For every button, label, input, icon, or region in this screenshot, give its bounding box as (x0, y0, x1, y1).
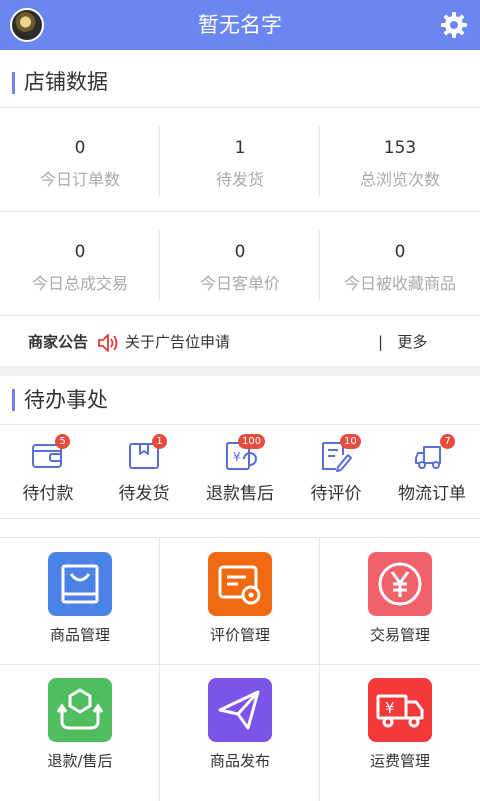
todo-title: 待办事处 (24, 388, 108, 412)
stat-today-transactions[interactable]: 0 今日总成交易 (0, 212, 160, 316)
stat-value: 0 (74, 138, 86, 158)
stat-value: 1 (234, 138, 246, 158)
tile-review-management[interactable]: 评价管理 (160, 538, 320, 662)
stat-value: 0 (394, 242, 406, 262)
tile-refund-aftersales[interactable]: 退款/售后 (0, 664, 160, 788)
notice-link[interactable]: 关于广告位申请 (125, 322, 230, 362)
avatar[interactable] (10, 8, 44, 42)
todo-pending-payment[interactable]: 5 待付款 (0, 425, 96, 519)
store-data-header: 店铺数据 (0, 56, 480, 108)
tile-label: 商品管理 (49, 626, 110, 644)
stat-label: 今日总成交易 (31, 274, 128, 293)
return-box-icon (48, 678, 112, 742)
stat-label: 待发货 (215, 170, 264, 189)
todo-label: 退款售后 (206, 484, 274, 504)
page-title: 暂无名字 (198, 13, 282, 37)
tile-freight-management[interactable]: ¥ 运费管理 (320, 664, 480, 788)
todo-refund-aftersales[interactable]: ¥ 100 退款售后 (192, 425, 288, 519)
todo-label: 物流订单 (398, 484, 466, 504)
notice-more-link[interactable]: | 更多 (378, 322, 427, 362)
tile-label: 运费管理 (369, 752, 430, 770)
stat-avg-order-value[interactable]: 0 今日客单价 (160, 212, 320, 316)
tile-product-management[interactable]: 商品管理 (0, 538, 160, 662)
stat-label: 今日客单价 (199, 274, 280, 293)
stats-row-2: 0 今日总成交易 0 今日客单价 0 今日被收藏商品 (0, 212, 480, 316)
todo-pending-shipment[interactable]: 1 待发货 (96, 425, 192, 519)
section-accent-bar (12, 72, 15, 94)
tile-label: 退款/售后 (47, 752, 113, 770)
stats-row-1: 0 今日订单数 1 待发货 153 总浏览次数 (0, 108, 480, 212)
count-badge: 1 (152, 434, 167, 449)
stat-favorited-items[interactable]: 0 今日被收藏商品 (320, 212, 480, 316)
svg-text:¥: ¥ (233, 450, 241, 464)
stat-value: 0 (74, 242, 86, 262)
paper-plane-icon (208, 678, 272, 742)
todo-logistics-orders[interactable]: 7 物流订单 (384, 425, 480, 519)
stat-value: 153 (383, 138, 417, 158)
store-data-title: 店铺数据 (24, 70, 108, 94)
yen-coin-icon (368, 552, 432, 616)
notice-label: 商家公告 (28, 333, 89, 351)
speaker-icon (98, 334, 118, 352)
todo-header: 待办事处 (0, 376, 480, 425)
count-badge: 10 (340, 434, 361, 449)
todo-bar: 5 待付款 1 待发货 ¥ 100 退款售后 10 待评价 7 物流订单 (0, 425, 480, 519)
stat-today-orders[interactable]: 0 今日订单数 (0, 108, 160, 212)
stat-label: 今日被收藏商品 (343, 274, 456, 293)
section-gap (0, 366, 480, 376)
gear-icon[interactable] (440, 11, 468, 39)
merchant-notice-bar: 商家公告 关于广告位申请 | 更多 (0, 322, 480, 366)
notice-divider: | (378, 333, 384, 351)
todo-label: 待发货 (118, 484, 170, 504)
count-badge: 100 (238, 434, 266, 449)
freight-truck-icon: ¥ (368, 678, 432, 742)
stat-label: 今日订单数 (39, 170, 120, 189)
tile-label: 商品发布 (209, 752, 270, 770)
tile-label: 评价管理 (209, 626, 270, 644)
shopping-bag-icon (48, 552, 112, 616)
svg-text:¥: ¥ (385, 699, 395, 717)
todo-pending-review[interactable]: 10 待评价 (288, 425, 384, 519)
more-label: 更多 (397, 333, 428, 351)
tile-product-publish[interactable]: 商品发布 (160, 664, 320, 788)
top-bar: 暂无名字 (0, 0, 480, 50)
review-settings-icon (208, 552, 272, 616)
tile-transaction-management[interactable]: 交易管理 (320, 538, 480, 662)
count-badge: 7 (440, 434, 455, 449)
stat-pending-shipment[interactable]: 1 待发货 (160, 108, 320, 212)
stat-value: 0 (234, 242, 246, 262)
section-accent-bar (12, 389, 15, 411)
count-badge: 5 (55, 434, 70, 449)
management-grid: 商品管理 评价管理 交易管理 退款/售后 商品发布 ¥ 运费管理 (0, 537, 480, 801)
todo-label: 待评价 (310, 484, 362, 504)
todo-label: 待付款 (22, 484, 74, 504)
tile-label: 交易管理 (369, 626, 430, 644)
stat-label: 总浏览次数 (359, 170, 440, 189)
stat-total-views[interactable]: 153 总浏览次数 (320, 108, 480, 212)
